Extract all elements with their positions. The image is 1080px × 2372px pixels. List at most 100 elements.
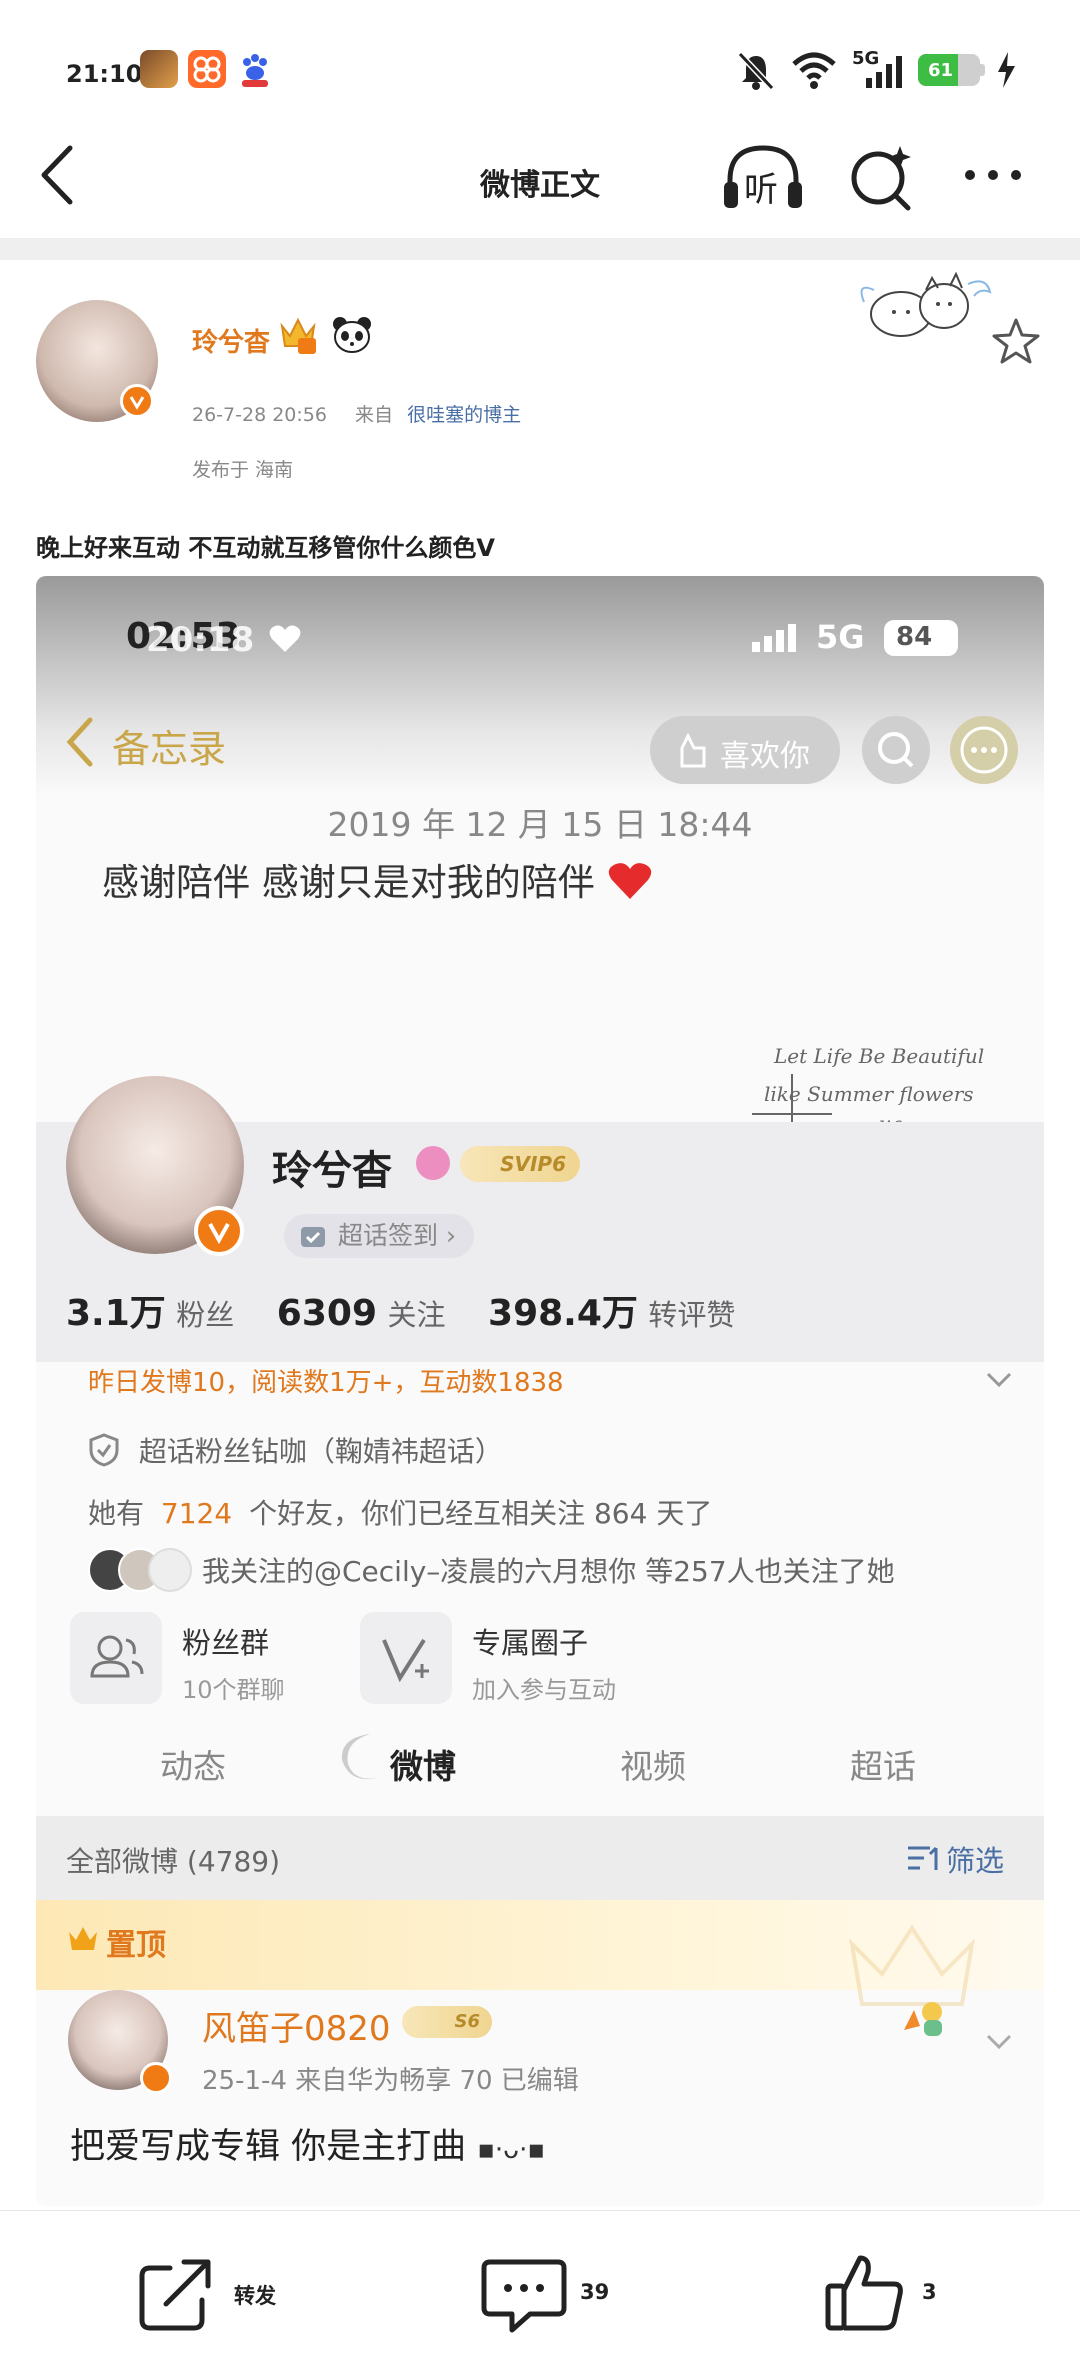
listen-label: 听 <box>744 170 778 210</box>
search-icon <box>851 146 911 211</box>
memo-search-icon <box>878 732 914 768</box>
feed-verified-icon <box>140 2062 172 2094</box>
tab-supertopic[interactable]: 超话 <box>850 1740 916 1788</box>
tab-dynamic[interactable]: 动态 <box>160 1740 226 1788</box>
hand-like-icon <box>680 732 706 768</box>
checkin-label: 超话签到 › <box>338 1221 456 1250</box>
post-text: 晚上好来互动 不互动就互移管你什么颜色V <box>36 534 495 562</box>
signal-icon: 5G <box>852 48 906 92</box>
baidu-app-icon <box>236 50 274 88</box>
favorite-star-button[interactable] <box>990 316 1042 368</box>
pin-crown-icon <box>66 1922 100 1956</box>
post-meta: 26-7-28 20:56 来自 很哇塞的博主 <box>192 400 521 427</box>
heart-outline-icon <box>268 624 302 654</box>
tab-video[interactable]: 视频 <box>620 1740 686 1788</box>
feed-text-content: 把爱写成专辑 你是主打曲 <box>70 2127 467 2167</box>
circle-icon-box[interactable] <box>360 1612 452 1704</box>
fan-group-title[interactable]: 粉丝群 <box>182 1620 269 1662</box>
moon-decoration-icon <box>330 1728 390 1788</box>
feed-chevron-icon[interactable] <box>984 2026 1014 2056</box>
filter-label: 筛选 <box>946 1844 1005 1878</box>
battery-level: 61 <box>928 60 954 81</box>
listen-button[interactable]: 听 <box>720 140 806 216</box>
source-prefix: 来自 <box>355 404 394 426</box>
feed-author-name[interactable]: 风笛子0820 <box>202 2001 391 2050</box>
filter-button[interactable]: 筛选 <box>906 1838 1016 1878</box>
memo-back-icon[interactable] <box>62 714 102 770</box>
inner-battery-level: 84 <box>896 622 933 652</box>
repost-label: 转发 <box>234 2284 276 2308</box>
memo-date: 2019 年 12 月 15 日 18:44 <box>327 805 753 844</box>
svip-badge: SVIP6 <box>460 1146 580 1182</box>
charging-icon <box>994 48 1018 92</box>
fans-count: 3.1万 <box>66 1293 166 1334</box>
inner-network: 5G <box>816 618 865 656</box>
memo-text: 感谢陪伴 感谢只是对我的陪伴 <box>102 861 595 904</box>
like-you-label: 喜欢你 <box>720 739 810 774</box>
post-image[interactable]: 02:53 20:18 5G 84 备忘录 喜欢你 2019 年 12 月 15… <box>36 576 1044 2206</box>
inner-battery-icon: 84 <box>884 620 958 656</box>
inner-status-time-overlay: 20:18 <box>146 620 255 660</box>
memo-back-label[interactable]: 备忘录 <box>112 718 226 773</box>
panda-badge-icon <box>330 314 374 354</box>
tab-weibo[interactable]: 微博 <box>390 1740 456 1788</box>
all-weibo-count: 全部微博 (4789) <box>66 1845 281 1878</box>
comment-icon <box>481 2259 567 2333</box>
checkin-chip[interactable]: 超话签到 › <box>284 1214 474 1258</box>
mutual-avatars <box>88 1546 194 1594</box>
supertopic-label: 超话粉丝钻咖（鞠婧祎超话） <box>138 1435 503 1468</box>
profile-verified-icon <box>194 1206 244 1256</box>
nav-divider <box>0 238 1080 260</box>
post-source-link[interactable]: 很哇塞的博主 <box>407 404 521 426</box>
share-icon <box>139 2259 211 2331</box>
mutual-avatar-3 <box>148 1548 192 1592</box>
like-you-button[interactable]: 喜欢你 <box>650 716 840 784</box>
cats-decoration-icon <box>856 262 996 344</box>
follow-label: 关注 <box>387 1298 446 1332</box>
friends-prefix: 她有 <box>88 1497 145 1530</box>
crown-badge-icon <box>276 312 320 356</box>
page-title: 微博正文 <box>480 168 600 203</box>
profile-stats: 3.1万 粉丝 6309 关注 398.4万 转评赞 <box>66 1284 767 1336</box>
memo-body: 感谢陪伴 感谢只是对我的陪伴 <box>102 852 653 906</box>
post-author-name[interactable]: 玲兮杳 <box>192 322 270 359</box>
post-date: 26-7-28 20:56 <box>192 404 327 426</box>
red-heart-icon <box>608 863 651 899</box>
follow-count: 6309 <box>276 1293 377 1334</box>
like-count: 3 <box>922 2280 937 2304</box>
calendar-check-icon <box>301 1227 325 1247</box>
circle-sub: 加入参与互动 <box>472 1676 616 1704</box>
profile-name: 玲兮杳 <box>272 1148 392 1194</box>
pinned-label: 置顶 <box>106 1928 166 1963</box>
fan-group-icon-box[interactable] <box>70 1612 162 1704</box>
kaomoji-icon: ▪·ᴗ·▪ <box>477 2135 545 2165</box>
more-button[interactable] <box>960 155 1030 195</box>
likes-label: 转评赞 <box>648 1298 736 1332</box>
wifi-icon <box>790 48 838 92</box>
memo-search-button[interactable] <box>862 716 930 784</box>
circle-title[interactable]: 专属圈子 <box>472 1620 588 1662</box>
memo-more-button[interactable] <box>950 716 1018 784</box>
mascot-decoration-icon <box>900 1990 950 2042</box>
ai-search-button[interactable] <box>846 140 916 216</box>
likes-count: 398.4万 <box>488 1293 638 1334</box>
pink-badge-icon <box>416 1146 450 1180</box>
mutual-follow-text[interactable]: 我关注的@Cecily–凌晨的六月想你 等257人也关注了她 <box>202 1550 895 1590</box>
filter-icon <box>908 1846 938 1870</box>
friends-row: 她有 7124 个好友，你们已经互相关注 864 天了 <box>88 1492 712 1532</box>
friends-count: 7124 <box>160 1497 233 1530</box>
supertopic-row: 超话粉丝钻咖（鞠婧祎超话） <box>88 1430 503 1470</box>
verified-badge-icon <box>120 384 154 418</box>
orange-app-icon <box>188 50 226 88</box>
thumbs-up-icon <box>825 2255 903 2331</box>
more-dots-icon <box>965 170 1021 180</box>
v-plus-icon <box>382 1638 429 1683</box>
fan-group-sub: 10个群聊 <box>182 1676 285 1704</box>
people-icon <box>90 1635 144 1678</box>
memo-more-icon <box>960 726 1008 774</box>
battery-icon: 61 <box>918 48 986 92</box>
expand-chevron-icon[interactable] <box>984 1364 1014 1394</box>
comment-button[interactable] <box>480 2254 570 2336</box>
status-time: 21:10 <box>66 60 143 88</box>
like-button[interactable] <box>822 2250 908 2336</box>
